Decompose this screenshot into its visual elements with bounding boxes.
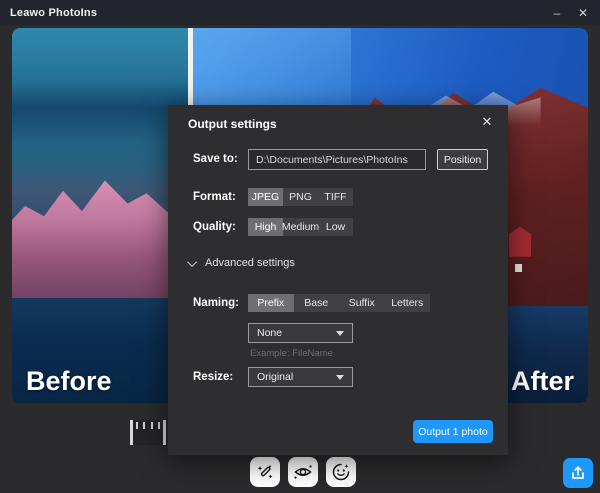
- resize-label: Resize:: [193, 371, 234, 383]
- app-window: Leawo PhotoIns – ✕ Before After Output s…: [0, 0, 600, 493]
- format-label: Format:: [193, 191, 236, 203]
- after-label: After: [510, 366, 574, 396]
- close-button[interactable]: ✕: [572, 3, 594, 23]
- window-controls: – ✕: [546, 0, 594, 25]
- naming-label: Naming:: [193, 297, 239, 309]
- dialog-close-icon[interactable]: ✕: [476, 111, 498, 133]
- minimize-button[interactable]: –: [546, 3, 568, 23]
- dropdown-arrow-icon: [336, 331, 344, 336]
- resize-dropdown[interactable]: Original: [248, 367, 353, 387]
- before-photo: [12, 28, 196, 403]
- output-settings-dialog: Output settings ✕ Save to: Position Form…: [168, 105, 508, 455]
- ruler-tick: [135, 422, 138, 429]
- format-segmented-control: JPEG PNG TIFF: [248, 188, 353, 206]
- export-button[interactable]: [563, 458, 593, 488]
- format-option-png[interactable]: PNG: [283, 188, 318, 206]
- quality-segmented-control: High Medium Low: [248, 218, 353, 236]
- naming-option-suffix[interactable]: Suffix: [339, 294, 385, 312]
- format-option-tiff[interactable]: TIFF: [318, 188, 353, 206]
- preview-eye-button[interactable]: [288, 457, 318, 487]
- magic-wand-icon: [257, 465, 273, 479]
- ruler-widget[interactable]: [130, 420, 166, 445]
- chevron-down-icon: [187, 256, 198, 267]
- save-path-input[interactable]: [248, 149, 426, 170]
- quality-option-low[interactable]: Low: [318, 218, 353, 236]
- ruler-tick: [143, 422, 146, 429]
- smiley-face-icon: [332, 463, 350, 481]
- eye-icon: [294, 465, 312, 479]
- quality-option-medium[interactable]: Medium: [282, 218, 319, 236]
- dropdown-arrow-icon: [336, 375, 344, 380]
- cabin-window: [515, 264, 522, 273]
- advanced-settings-toggle[interactable]: Advanced settings: [187, 256, 295, 269]
- ruler-tick: [150, 422, 153, 429]
- format-option-jpeg[interactable]: JPEG: [248, 188, 283, 206]
- output-photo-button[interactable]: Output 1 photo: [413, 420, 493, 443]
- export-share-icon: [572, 466, 584, 479]
- save-to-label: Save to:: [193, 153, 238, 165]
- app-title: Leawo PhotoIns: [10, 6, 98, 19]
- dialog-title: Output settings: [188, 117, 277, 131]
- naming-example: Example: FileName: [250, 348, 333, 359]
- naming-option-base[interactable]: Base: [294, 294, 340, 312]
- beautify-face-button[interactable]: [326, 457, 356, 487]
- advanced-settings-label: Advanced settings: [205, 257, 295, 269]
- naming-option-letters[interactable]: Letters: [385, 294, 431, 312]
- quality-option-high[interactable]: High: [248, 218, 283, 236]
- resize-value: Original: [257, 371, 294, 383]
- naming-value: None: [257, 327, 283, 339]
- naming-option-prefix[interactable]: Prefix: [248, 294, 294, 312]
- position-button[interactable]: Position: [437, 149, 488, 170]
- before-label: Before: [26, 366, 112, 396]
- quality-label: Quality:: [193, 221, 236, 233]
- naming-segmented-control: Prefix Base Suffix Letters: [248, 294, 430, 312]
- titlebar: Leawo PhotoIns – ✕: [0, 0, 600, 25]
- enhance-wand-button[interactable]: [250, 457, 280, 487]
- naming-value-dropdown[interactable]: None: [248, 323, 353, 343]
- ruler-tick: [158, 422, 161, 429]
- cloud-band: [12, 80, 188, 141]
